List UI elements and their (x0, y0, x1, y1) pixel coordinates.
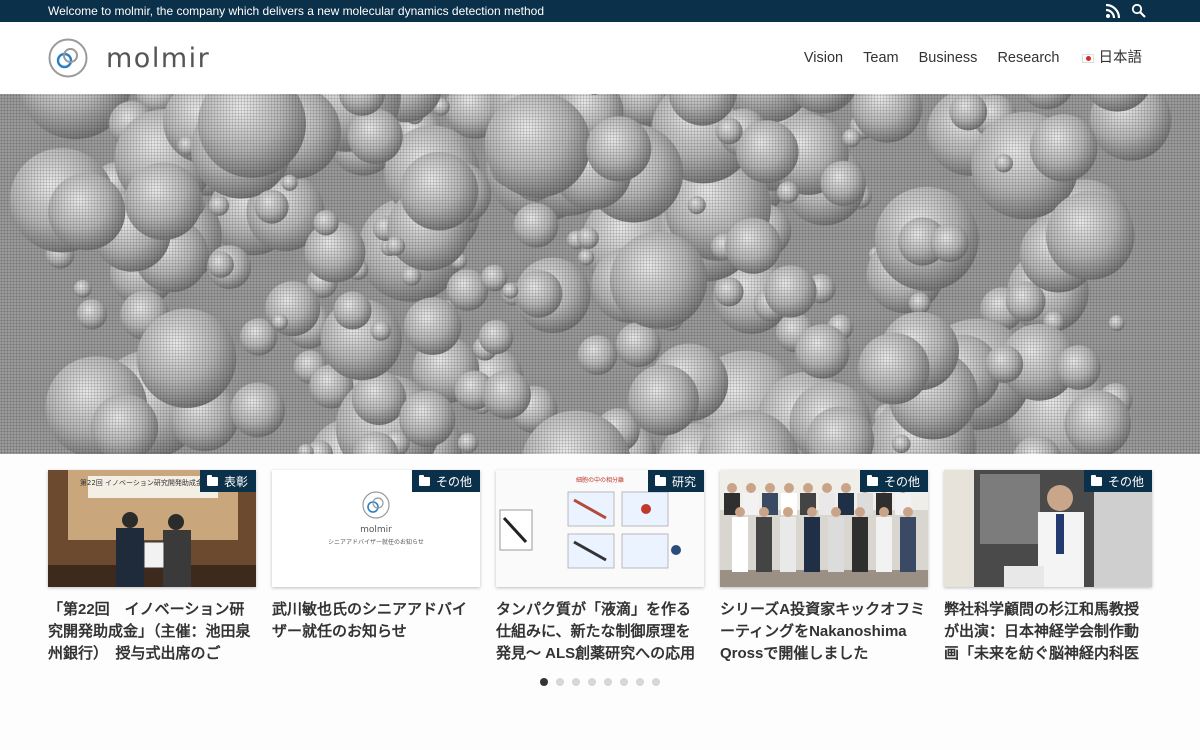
person-body (780, 517, 796, 572)
person-head (735, 507, 745, 517)
person-head (822, 483, 832, 493)
carousel-dot[interactable] (588, 678, 596, 686)
search-icon[interactable] (1131, 3, 1147, 19)
person-head (765, 483, 775, 493)
person-body (732, 517, 748, 572)
category-badge[interactable]: その他 (1083, 470, 1152, 492)
category-badge[interactable]: 研究 (647, 470, 704, 492)
news-card[interactable]: 第22回 イノベーション研究開発助成金 授与式 表彰 「第22回 イノベーション… (48, 470, 256, 665)
card-title[interactable]: シリーズA投資家キックオフミーティングをNakanoshima Qrossで開催… (720, 599, 928, 665)
thumb-caption: シニアアドバイザー就任のお知らせ (328, 538, 424, 546)
category-label: その他 (1107, 474, 1144, 489)
card-title[interactable]: 「第22回 イノベーション研究開発助成金」（主催：池田泉州銀行） 授与式出席のご (48, 599, 256, 665)
category-badge[interactable]: 表彰 (199, 470, 256, 492)
person-body (900, 517, 916, 572)
carousel-dot[interactable] (540, 678, 548, 686)
thumb-diagram-title: 細胞の中の相分離 (576, 476, 624, 484)
logo-wordmark: molmir (106, 42, 211, 74)
carousel-dot[interactable] (652, 678, 660, 686)
person-head (759, 507, 769, 517)
category-label: その他 (883, 474, 920, 489)
person-head (855, 507, 865, 517)
person-head (784, 483, 794, 493)
news-card[interactable]: 細胞の中の相分離 研究 タンパク質が「液滴」を作る仕組みに、新たな制御原理を発見… (496, 470, 704, 665)
carousel-dot[interactable] (636, 678, 644, 686)
molmir-logo-icon (48, 38, 88, 78)
category-badge[interactable]: その他 (411, 470, 480, 492)
person-body (876, 517, 892, 572)
person-body (828, 517, 844, 572)
top-bar: Welcome to molmir, the company which del… (0, 0, 1200, 22)
news-card[interactable]: molmir シニアアドバイザー就任のお知らせ その他 武川敏也氏のシニアアドバ… (272, 470, 480, 665)
hero-image-bubbles (0, 94, 1200, 454)
person-head (841, 483, 851, 493)
carousel-dot[interactable] (604, 678, 612, 686)
nav-research[interactable]: Research (997, 48, 1059, 68)
site-logo[interactable]: molmir (48, 38, 210, 78)
person-head (727, 483, 737, 493)
card-thumbnail[interactable]: その他 (944, 470, 1152, 587)
person-body (743, 493, 759, 515)
person-head (803, 483, 813, 493)
nav-team[interactable]: Team (863, 48, 898, 68)
main-nav: Vision Team Business Research 日本語 (784, 48, 1142, 68)
news-carousel: 第22回 イノベーション研究開発助成金 授与式 表彰 「第22回 イノベーション… (48, 470, 1152, 670)
card-thumbnail[interactable]: 第22回 イノベーション研究開発助成金 授与式 表彰 (48, 470, 256, 587)
person-body (756, 517, 772, 572)
rss-icon[interactable] (1105, 3, 1121, 19)
card-thumbnail[interactable]: その他 (720, 470, 928, 587)
person-head (831, 507, 841, 517)
welcome-text: Welcome to molmir, the company which del… (48, 4, 544, 18)
carousel-pagination (540, 678, 668, 686)
category-label: 表彰 (223, 474, 248, 489)
nav-vision[interactable]: Vision (804, 48, 843, 68)
site-header: molmir Vision Team Business Research 日本語 (0, 22, 1200, 94)
carousel-dot[interactable] (620, 678, 628, 686)
folder-icon (866, 474, 878, 486)
person-head (746, 483, 756, 493)
person-head (879, 507, 889, 517)
language-label: 日本語 (1098, 50, 1143, 66)
card-title[interactable]: 弊社科学顧問の杉江和馬教授が出演：日本神経学会制作動画「未来を紡ぐ脳神経内科医 (944, 599, 1152, 665)
news-card[interactable]: その他 シリーズA投資家キックオフミーティングをNakanoshima Qros… (720, 470, 928, 665)
person-head (903, 507, 913, 517)
carousel-dot[interactable] (572, 678, 580, 686)
nav-business[interactable]: Business (919, 48, 978, 68)
person-head (783, 507, 793, 517)
card-thumbnail[interactable]: molmir シニアアドバイザー就任のお知らせ その他 (272, 470, 480, 587)
folder-icon (1090, 474, 1102, 486)
halftone-overlay (0, 94, 1200, 454)
person-head (807, 507, 817, 517)
category-label: その他 (435, 474, 472, 489)
thumb-logo-text: molmir (360, 525, 392, 535)
card-title[interactable]: 武川敏也氏のシニアアドバイザー就任のお知らせ (272, 599, 480, 665)
japan-flag-icon (1081, 53, 1094, 63)
category-badge[interactable]: その他 (859, 470, 928, 492)
language-switch-japanese[interactable]: 日本語 (1081, 48, 1143, 68)
category-label: 研究 (671, 474, 696, 489)
person-body (852, 517, 868, 572)
card-title[interactable]: タンパク質が「液滴」を作る仕組みに、新たな制御原理を発見～ ALS創薬研究への応… (496, 599, 704, 665)
person-body (804, 517, 820, 572)
folder-icon (206, 474, 218, 486)
carousel-dot[interactable] (556, 678, 564, 686)
folder-icon (418, 474, 430, 486)
folder-icon (654, 474, 666, 486)
card-thumbnail[interactable]: 細胞の中の相分離 研究 (496, 470, 704, 587)
news-card[interactable]: その他 弊社科学顧問の杉江和馬教授が出演：日本神経学会制作動画「未来を紡ぐ脳神経… (944, 470, 1152, 665)
